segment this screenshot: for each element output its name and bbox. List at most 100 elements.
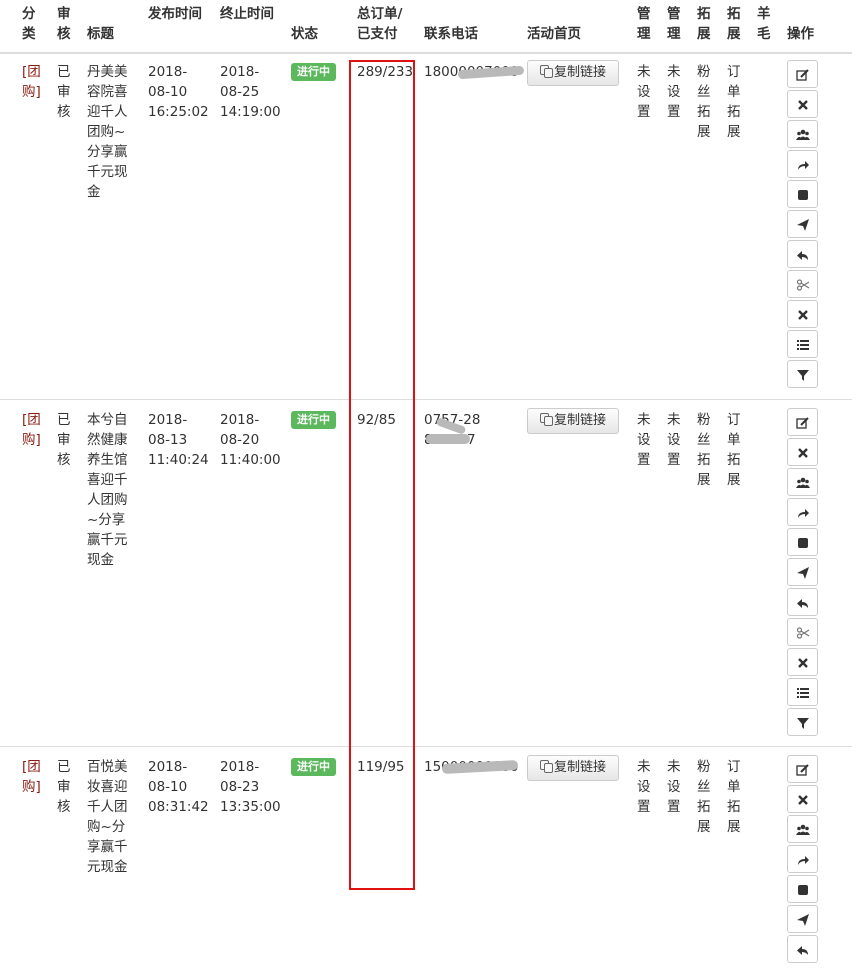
header-wool: 羊毛: [757, 6, 771, 42]
users-button[interactable]: [787, 468, 818, 496]
reply-icon: [797, 599, 808, 608]
header-end-time: 终止时间: [220, 6, 274, 22]
publish-time: 2018-08-10 16:25:02: [148, 64, 209, 120]
stop-button[interactable]: [787, 875, 818, 903]
delete-button[interactable]: [787, 648, 818, 676]
reply-icon: [797, 251, 808, 260]
expand-2-value: 订单拓展: [727, 412, 741, 488]
stop-icon: [798, 190, 808, 200]
reply-icon: [797, 946, 808, 955]
close-button[interactable]: [787, 90, 818, 118]
send-button[interactable]: [787, 210, 818, 238]
list-button[interactable]: [787, 330, 818, 358]
table-row: [团购] 已审核 本兮自然健康养生馆喜迎千人团购~分享赢千元现金 2018-08…: [0, 399, 852, 747]
status-badge: 进行中: [291, 758, 336, 776]
reply-button[interactable]: [787, 935, 818, 963]
orders-count: 289/233: [357, 64, 414, 80]
edit-button[interactable]: [787, 755, 818, 783]
reply-button[interactable]: [787, 240, 818, 268]
copy-link-label: 复制链接: [553, 760, 606, 775]
header-manage-2: 管理: [667, 6, 681, 42]
table-row: [团购] 已审核 百悦美妆喜迎千人团购~分享赢千元现金 2018-08-10 0…: [0, 746, 852, 977]
send-button[interactable]: [787, 558, 818, 586]
delete-icon: [798, 310, 808, 320]
table-row: [团购] 已审核 丹美美容院喜迎千人团购~分享赢千元现金 2018-08-10 …: [0, 52, 852, 398]
activity-title: 百悦美妆喜迎千人团购~分享赢千元现金: [87, 759, 128, 875]
close-icon: [798, 448, 808, 458]
send-button[interactable]: [787, 905, 818, 933]
users-icon: [796, 129, 810, 140]
copy-link-button[interactable]: 复制链接: [527, 60, 619, 86]
scissors-button[interactable]: [787, 618, 818, 646]
audit-status: 已审核: [57, 759, 71, 815]
manage-1-value: 未设置: [637, 64, 651, 120]
category-link[interactable]: [团购]: [22, 62, 42, 102]
contact-phone: 15000000000: [424, 757, 524, 802]
users-button[interactable]: [787, 120, 818, 148]
header-publish-time: 发布时间: [148, 6, 202, 22]
copy-icon: [539, 760, 553, 773]
end-time: 2018-08-20 11:40:00: [220, 412, 281, 468]
edit-icon: [796, 69, 809, 81]
users-button[interactable]: [787, 815, 818, 843]
copy-link-button[interactable]: 复制链接: [527, 408, 619, 434]
edit-button[interactable]: [787, 408, 818, 436]
scissors-button[interactable]: [787, 270, 818, 298]
header-title: 标题: [87, 26, 114, 42]
copy-link-button[interactable]: 复制链接: [527, 755, 619, 781]
action-buttons: [787, 755, 818, 965]
share-icon: [798, 161, 809, 170]
expand-1-value: 粉丝拓展: [697, 759, 711, 835]
close-button[interactable]: [787, 438, 818, 466]
category-link[interactable]: [团购]: [22, 757, 42, 797]
copy-icon: [539, 65, 553, 78]
share-button[interactable]: [787, 498, 818, 526]
filter-button[interactable]: [787, 708, 818, 736]
stop-button[interactable]: [787, 180, 818, 208]
header-expand-1: 拓展: [697, 6, 711, 42]
delete-button[interactable]: [787, 300, 818, 328]
table-header: 分类 审核 标题 发布时间 终止时间 状态 总订单/已支付 联系电话 活动首页 …: [0, 0, 852, 54]
manage-2-value: 未设置: [667, 759, 681, 815]
close-button[interactable]: [787, 785, 818, 813]
header-audit: 审核: [57, 6, 71, 42]
manage-1-value: 未设置: [637, 412, 651, 468]
orders-count: 119/95: [357, 759, 405, 775]
copy-link-label: 复制链接: [553, 413, 606, 428]
filter-icon: [797, 718, 809, 729]
list-icon: [797, 340, 809, 350]
stop-button[interactable]: [787, 528, 818, 556]
action-buttons: [787, 408, 818, 738]
end-time: 2018-08-25 14:19:00: [220, 64, 281, 120]
list-button[interactable]: [787, 678, 818, 706]
share-button[interactable]: [787, 845, 818, 873]
filter-button[interactable]: [787, 360, 818, 388]
header-phone: 联系电话: [424, 26, 478, 42]
contact-phone: 18000007000: [424, 62, 524, 107]
header-category: 分类: [22, 6, 36, 42]
expand-1-value: 粉丝拓展: [697, 64, 711, 140]
header-status: 状态: [291, 26, 318, 42]
category-link[interactable]: [团购]: [22, 410, 42, 450]
audit-status: 已审核: [57, 64, 71, 120]
edit-icon: [796, 764, 809, 776]
users-icon: [796, 477, 810, 488]
close-icon: [798, 795, 808, 805]
scissors-icon: [796, 627, 810, 639]
copy-icon: [539, 413, 553, 426]
reply-button[interactable]: [787, 588, 818, 616]
close-icon: [798, 100, 808, 110]
end-time: 2018-08-23 13:35:00: [220, 759, 281, 815]
publish-time: 2018-08-13 11:40:24: [148, 412, 209, 468]
send-icon: [797, 914, 809, 926]
share-button[interactable]: [787, 150, 818, 178]
orders-count: 92/85: [357, 412, 396, 428]
send-icon: [797, 567, 809, 579]
share-icon: [798, 509, 809, 518]
expand-2-value: 订单拓展: [727, 64, 741, 140]
manage-2-value: 未设置: [667, 64, 681, 120]
edit-button[interactable]: [787, 60, 818, 88]
activity-title: 丹美美容院喜迎千人团购~分享赢千元现金: [87, 64, 128, 200]
users-icon: [796, 824, 810, 835]
redaction-mark: [426, 434, 470, 444]
